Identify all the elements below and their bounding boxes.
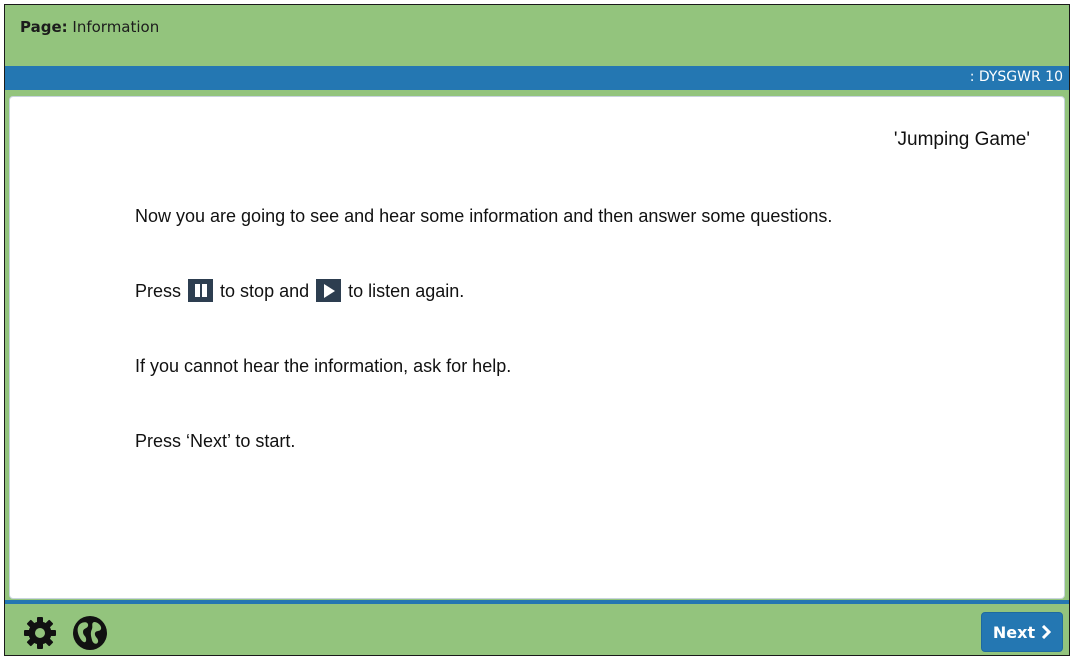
instruction-line-2: Press to stop and to listen again. [135,279,464,303]
content-panel: 'Jumping Game' Now you are going to see … [9,96,1065,599]
play-icon [316,279,342,302]
pause-icon [188,279,214,302]
next-button-label: Next [992,622,1036,642]
instruction-listen-text: to listen again. [348,281,465,301]
test-code: : DYSGWR 10 [969,69,1063,85]
instruction-line-3: If you cannot hear the information, ask … [135,356,512,376]
instruction-line-4: Press ‘Next’ to start. [135,431,296,451]
page-title-label: Page: [20,18,68,36]
globe-icon[interactable] [71,614,109,652]
footer-bar: Next [5,604,1069,655]
page-title-name: Information [72,18,160,36]
page-title: Page: Information [20,18,159,36]
chevron-right-icon [1042,625,1052,639]
header-bar: Page: Information [5,5,1069,66]
gear-icon[interactable] [22,615,58,651]
instruction-press-text: Press [135,281,182,301]
app-window: Page: Information : DYSGWR 10 'Jumping G… [4,4,1070,656]
game-title: 'Jumping Game' [893,129,1030,150]
instruction-stop-text: to stop and [220,281,310,301]
next-button[interactable]: Next [981,612,1063,652]
info-bar: : DYSGWR 10 [5,66,1069,90]
instruction-line-1: Now you are going to see and hear some i… [135,206,833,226]
